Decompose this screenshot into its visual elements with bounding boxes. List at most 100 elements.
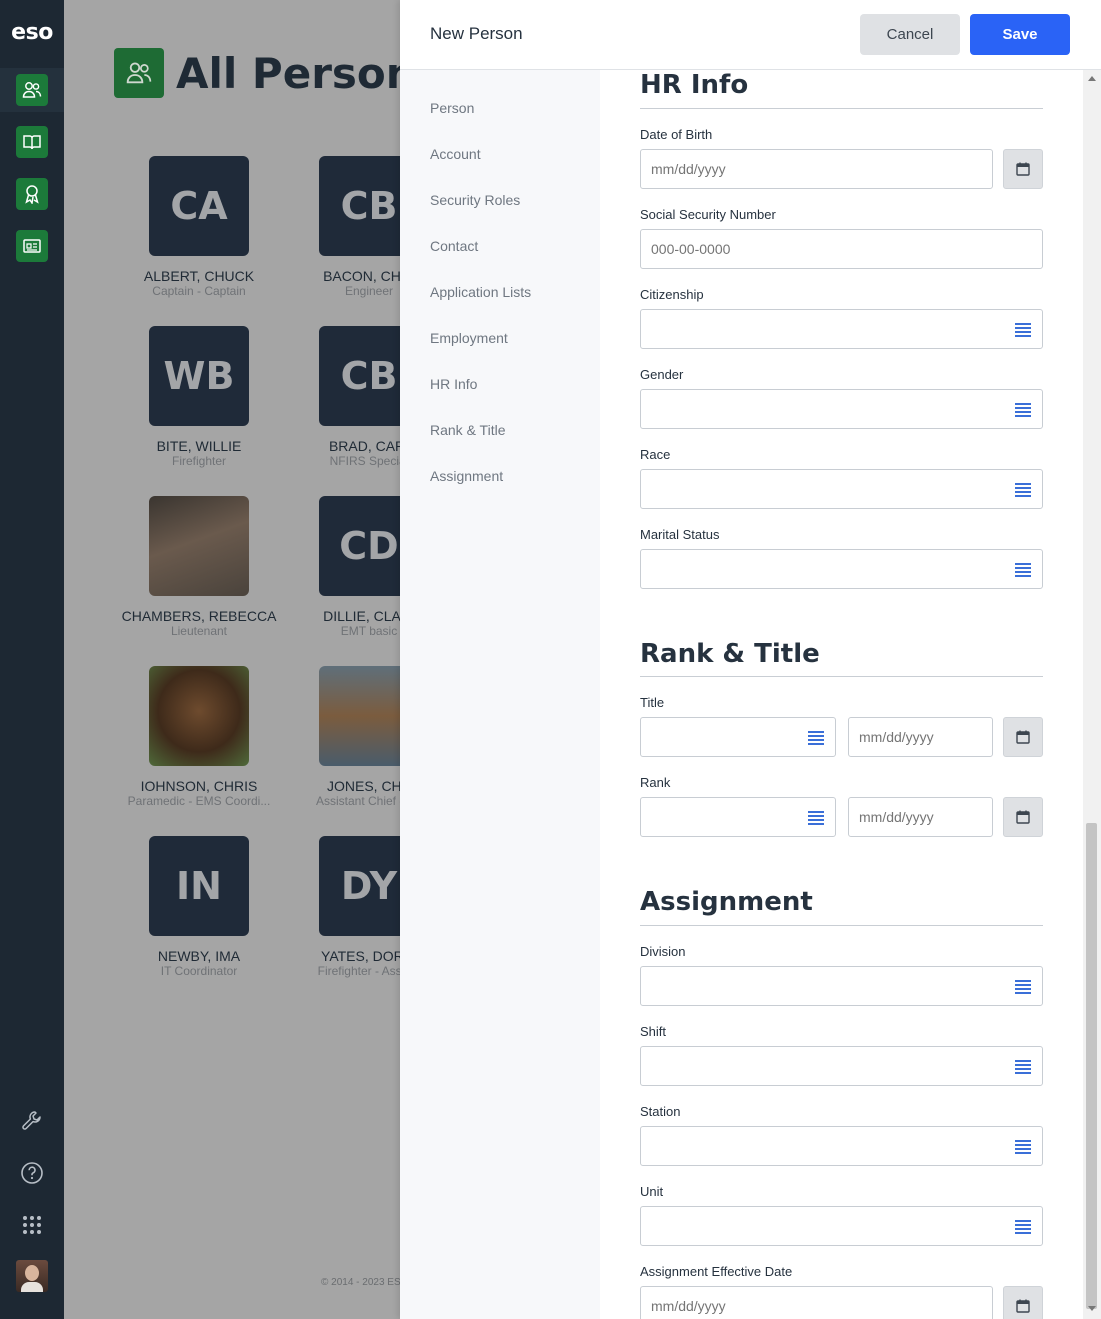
person-card[interactable]: CA ALBERT, CHUCK Captain - Captain: [119, 156, 279, 298]
person-card[interactable]: WB BITE, WILLIE Firefighter: [119, 326, 279, 468]
marital-status-select[interactable]: [640, 549, 1043, 589]
title-select[interactable]: [640, 717, 836, 757]
race-select[interactable]: [640, 469, 1043, 509]
page-title: All Personn: [176, 48, 400, 98]
person-role: Captain - Captain: [152, 284, 246, 298]
rank-select[interactable]: [640, 797, 836, 837]
gender-label: Gender: [640, 367, 684, 382]
list-icon: [808, 731, 824, 745]
title-date-calendar-button[interactable]: [1003, 717, 1043, 757]
scroll-down-icon[interactable]: [1088, 1306, 1096, 1311]
person-role: Assistant Chief - Ch: [315, 794, 400, 808]
list-icon: [1015, 1220, 1031, 1234]
section-nav-person[interactable]: Person: [430, 100, 474, 116]
shift-select[interactable]: [640, 1046, 1043, 1086]
person-role: Firefighter: [171, 454, 227, 468]
cancel-button[interactable]: Cancel: [860, 14, 960, 55]
person-card[interactable]: CB BACON, CHRI Engineer: [289, 156, 400, 298]
dob-calendar-button[interactable]: [1003, 149, 1043, 189]
rail-personnel-button[interactable]: [0, 68, 64, 112]
calendar-icon: [1016, 1299, 1030, 1313]
person-initials: CD: [319, 496, 400, 596]
report-icon: [23, 239, 41, 253]
rail-help-button[interactable]: [16, 1157, 48, 1189]
unit-select[interactable]: [640, 1206, 1043, 1246]
rail-reports-button[interactable]: [16, 230, 48, 262]
section-nav-assignment[interactable]: Assignment: [430, 468, 503, 484]
personnel-page-backdrop: All Personn CA ALBERT, CHUCK Captain - C…: [64, 0, 400, 1319]
rail-certifications-button[interactable]: [16, 178, 48, 210]
rank-date-calendar-button[interactable]: [1003, 797, 1043, 837]
person-role: Engineer: [344, 284, 394, 298]
section-nav: Person Account Security Roles Contact Ap…: [400, 70, 600, 1319]
assignment-effective-date-calendar-button[interactable]: [1003, 1286, 1043, 1319]
new-person-drawer: New Person Cancel Save Person Account Se…: [400, 0, 1101, 1319]
rank-title-heading: Rank & Title: [640, 639, 820, 669]
person-card[interactable]: IN NEWBY, IMA IT Coordinator: [119, 836, 279, 978]
person-card[interactable]: DY YATES, DORIA Firefighter - Assista: [289, 836, 400, 978]
person-card[interactable]: JONES, CHA Assistant Chief - Ch: [289, 666, 400, 808]
section-divider: [640, 925, 1043, 926]
people-icon: [22, 82, 42, 98]
person-role: IT Coordinator: [160, 964, 238, 978]
calendar-icon: [1016, 730, 1030, 744]
unit-label: Unit: [640, 1184, 664, 1199]
marital-status-label: Marital Status: [640, 527, 720, 542]
section-nav-hr-info[interactable]: HR Info: [430, 376, 477, 392]
dob-input[interactable]: [640, 149, 993, 189]
citizenship-select[interactable]: [640, 309, 1043, 349]
list-icon: [1015, 563, 1031, 577]
person-card[interactable]: CB BRAD, CARI NFIRS Special: [289, 326, 400, 468]
person-role: Lieutenant: [170, 624, 228, 638]
division-select[interactable]: [640, 966, 1043, 1006]
page-header: All Personn: [114, 48, 400, 98]
rail-apps-button[interactable]: [16, 1209, 48, 1241]
person-form: HR Info Date of Birth Social Security Nu…: [600, 70, 1083, 1319]
section-nav-security-roles[interactable]: Security Roles: [430, 192, 520, 208]
section-nav-application-lists[interactable]: Application Lists: [430, 284, 531, 300]
list-icon: [808, 811, 824, 825]
rank-date-input[interactable]: [848, 797, 993, 837]
rank-label: Rank: [640, 775, 671, 790]
station-label: Station: [640, 1104, 681, 1119]
person-card[interactable]: CHAMBERS, REBECCA Lieutenant: [119, 496, 279, 638]
section-nav-contact[interactable]: Contact: [430, 238, 478, 254]
person-card[interactable]: IOHNSON, CHRIS Paramedic - EMS Coordi...: [119, 666, 279, 808]
section-nav-account[interactable]: Account: [430, 146, 481, 162]
person-initials: CB: [319, 326, 400, 426]
person-photo: [149, 666, 249, 766]
award-icon: [25, 185, 39, 204]
person-role: NFIRS Special: [329, 454, 400, 468]
person-name: BRAD, CARI: [328, 438, 400, 454]
section-divider: [640, 108, 1043, 109]
person-card[interactable]: CD DILLIE, CLAIR EMT basic: [289, 496, 400, 638]
eso-logo: eso: [11, 20, 53, 45]
person-name: NEWBY, IMA: [157, 948, 241, 964]
rail-admin-button[interactable]: [16, 1105, 48, 1137]
list-icon: [1015, 1060, 1031, 1074]
person-initials: CB: [319, 156, 400, 256]
app-rail: eso: [0, 0, 64, 1319]
person-name: BITE, WILLIE: [156, 438, 242, 454]
ssn-label: Social Security Number: [640, 207, 776, 222]
section-divider: [640, 676, 1043, 677]
scrollbar-thumb[interactable]: [1086, 823, 1097, 1309]
scroll-up-icon[interactable]: [1088, 76, 1096, 81]
section-nav-rank-title[interactable]: Rank & Title: [430, 422, 505, 438]
assignment-effective-date-input[interactable]: [640, 1286, 993, 1319]
shift-label: Shift: [640, 1024, 667, 1039]
title-date-input[interactable]: [848, 717, 993, 757]
station-select[interactable]: [640, 1126, 1043, 1166]
list-icon: [1015, 1140, 1031, 1154]
form-scrollbar[interactable]: [1083, 70, 1101, 1319]
drawer-header: New Person Cancel Save: [400, 0, 1101, 70]
person-name: BACON, CHRI: [323, 268, 400, 284]
save-button[interactable]: Save: [970, 14, 1070, 55]
person-role: EMT basic: [340, 624, 398, 638]
gender-select[interactable]: [640, 389, 1043, 429]
user-avatar[interactable]: [16, 1260, 48, 1292]
person-name: JONES, CHA: [326, 778, 400, 794]
rail-training-button[interactable]: [16, 126, 48, 158]
ssn-input[interactable]: [640, 229, 1043, 269]
section-nav-employment[interactable]: Employment: [430, 330, 508, 346]
